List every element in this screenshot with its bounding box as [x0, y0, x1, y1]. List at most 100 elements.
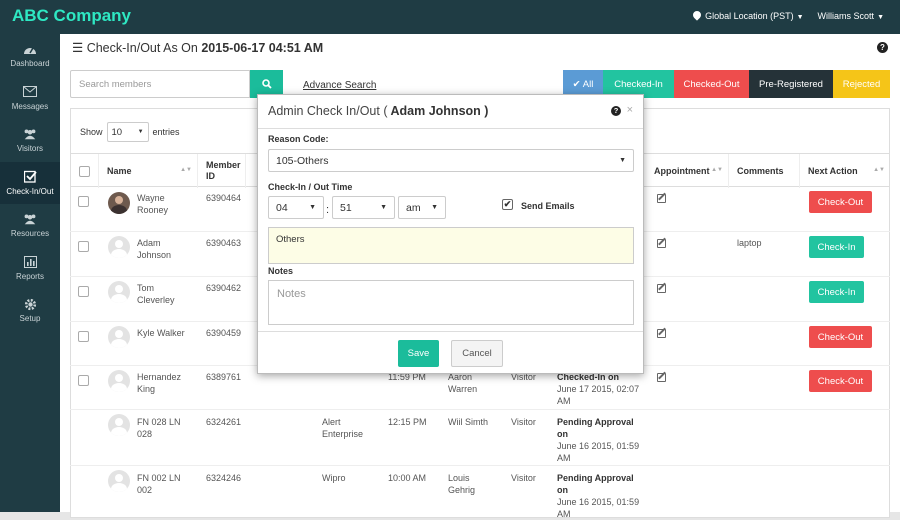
caret-down-icon: ▼ [619, 157, 626, 164]
member-id: 6390464 [206, 193, 242, 203]
sidebar-item-dashboard[interactable]: Dashboard [0, 34, 60, 77]
location-selector[interactable]: Global Location (PST) ▼ [691, 9, 804, 21]
sidebar-label: Setup [19, 314, 41, 324]
header-label: Appointment [654, 166, 710, 176]
ampm-select[interactable]: am ▼ [398, 196, 446, 219]
header-member-id[interactable]: Member ID [198, 154, 246, 188]
caret-down-icon: ▼ [877, 14, 884, 21]
brand-logo[interactable]: ABC Company [12, 6, 131, 26]
filter-pre-registered[interactable]: Pre-Registered [749, 70, 833, 98]
entries-label: entries [152, 127, 180, 137]
header-label: Member ID [206, 160, 241, 181]
member-id: 6390463 [206, 238, 242, 248]
row-checkbox[interactable] [78, 241, 89, 252]
member-id: 6389761 [206, 372, 242, 382]
member-id: 6324261 [206, 417, 242, 427]
show-label: Show [80, 127, 103, 137]
search-input[interactable]: Search members [70, 70, 250, 98]
sidebar-item-visitors[interactable]: Visitors [0, 119, 60, 162]
check-out-button[interactable]: Check-Out [809, 370, 872, 392]
table-row[interactable]: FN 028 LN 028 6324261 Alert Enterprise 1… [70, 410, 890, 466]
entries-value: 10 [111, 126, 123, 138]
edit-icon[interactable] [657, 194, 666, 203]
check-in-button[interactable]: Check-In [809, 281, 864, 303]
row-checkbox[interactable] [78, 286, 89, 297]
user-menu[interactable]: Williams Scott ▼ [818, 11, 884, 21]
sidebar-label: Check-In/Out [6, 186, 54, 196]
sort-icon: ▲▼ [180, 167, 192, 173]
member-name: FN 028 LN 028 [137, 417, 181, 439]
member-name: Kyle Walker [137, 328, 185, 338]
sidebar-item-messages[interactable]: Messages [0, 77, 60, 120]
hour-select[interactable]: 04 ▼ [268, 196, 324, 219]
avatar [108, 370, 130, 392]
page-title-prefix: Check-In/Out As On [86, 41, 198, 55]
member-type: Visitor [511, 417, 536, 427]
edit-icon[interactable] [657, 329, 666, 338]
select-all-cell [70, 154, 99, 188]
check-in-button[interactable]: Check-In [809, 236, 864, 258]
host-name: Wiil Simth [448, 417, 488, 427]
select-all-checkbox[interactable] [78, 165, 90, 177]
table-row[interactable]: FN 002 LN 002 6324246 Wipro 10:00 AM Lou… [70, 466, 890, 519]
header-next-action[interactable]: Next Action ▲▼ [800, 154, 890, 188]
user-name: Williams Scott [817, 11, 875, 21]
company-name: Alert Enterprise [322, 417, 364, 439]
status-text: Pending Approval on [557, 417, 634, 439]
status-text: Pending Approval on [557, 473, 634, 495]
header-comments[interactable]: Comments [729, 154, 800, 188]
save-button[interactable]: Save [398, 340, 439, 367]
edit-icon[interactable] [657, 284, 666, 293]
admin-check-in-out-modal: Admin Check In/Out ( Adam Johnson ) ? × … [257, 94, 644, 374]
close-icon[interactable]: × [627, 104, 633, 116]
host-name: Aaron Warren [448, 372, 478, 394]
sidebar-item-setup[interactable]: Setup [0, 289, 60, 332]
appointment-time: 10:00 AM [388, 473, 427, 483]
advance-search-link[interactable]: Advance Search [303, 80, 376, 91]
status-date: June 16 2015, 01:59 AM [557, 441, 640, 463]
cancel-button[interactable]: Cancel [451, 340, 503, 367]
check-out-button[interactable]: Check-Out [809, 326, 872, 348]
sidebar-item-check-in-out[interactable]: Check-In/Out [0, 161, 60, 204]
entries-select[interactable]: 10 ▼ [106, 122, 149, 142]
avatar [108, 414, 130, 436]
filter-rejected[interactable]: Rejected [833, 70, 890, 98]
reason-textarea[interactable]: Others [268, 227, 634, 264]
sidebar-item-reports[interactable]: Reports [0, 247, 60, 290]
avatar [108, 470, 130, 492]
caret-down-icon: ▼ [137, 129, 144, 135]
notes-label: Notes [268, 266, 294, 276]
list-icon: ☰ [72, 41, 84, 55]
modal-person-name: Adam Johnson ) [387, 104, 489, 118]
filter-checked-out[interactable]: Checked-Out [674, 70, 749, 98]
resources-icon [23, 212, 37, 226]
send-emails-checkbox[interactable]: ✔ [502, 199, 513, 210]
users-icon [23, 127, 37, 141]
member-id: 6324246 [206, 473, 242, 483]
header-name[interactable]: Name ▲▼ [99, 154, 198, 188]
modal-title: Admin Check In/Out ( Adam Johnson ) [258, 95, 643, 129]
member-id: 6390462 [206, 283, 242, 293]
help-icon[interactable]: ? [611, 106, 621, 116]
header-label: Name [107, 166, 132, 176]
check-out-button[interactable]: Check-Out [809, 191, 872, 213]
member-name: Tom Cleverley [137, 283, 175, 305]
row-checkbox[interactable] [78, 331, 89, 342]
caret-down-icon: ▼ [380, 204, 387, 211]
entries-control: Show 10 ▼ entries [80, 122, 180, 142]
row-checkbox[interactable] [78, 196, 89, 207]
reason-code-select[interactable]: 105-Others ▼ [268, 149, 634, 172]
member-name: Hernandez King [137, 372, 182, 394]
edit-icon[interactable] [657, 239, 666, 248]
header-appointment[interactable]: Appointment ▲▼ [646, 154, 729, 188]
time-separator: : [326, 204, 330, 216]
ampm-value: am [406, 201, 421, 214]
row-checkbox[interactable] [78, 375, 89, 386]
company-name: Wipro [322, 473, 346, 483]
notes-textarea[interactable]: Notes [268, 280, 634, 325]
help-icon[interactable]: ? [877, 42, 888, 53]
edit-icon[interactable] [657, 373, 666, 382]
minute-select[interactable]: 51 ▼ [332, 196, 395, 219]
sidebar-label: Visitors [16, 144, 44, 154]
sidebar-item-resources[interactable]: Resources [0, 204, 60, 247]
